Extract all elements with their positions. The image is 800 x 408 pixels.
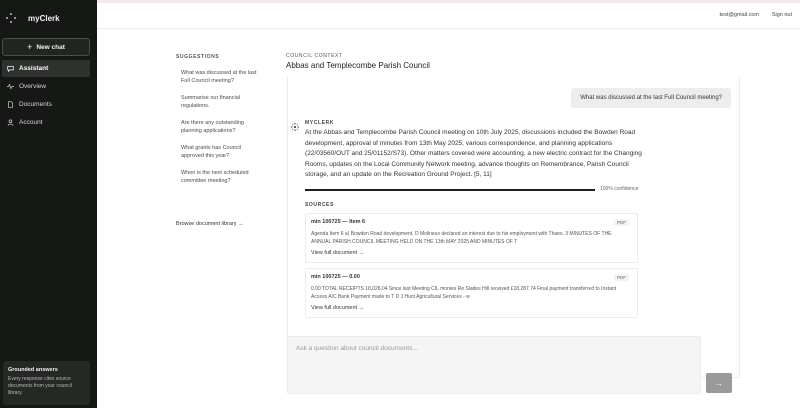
sidebar-item-documents[interactable]: Documents (2, 96, 90, 113)
sidebar-item-label: Assistant (19, 65, 49, 72)
sidebar-item-label: Documents (19, 101, 52, 108)
confidence-label: 100% confidence (600, 186, 639, 192)
send-button[interactable]: → (706, 373, 732, 393)
sidebar-item-account[interactable]: Account (2, 114, 90, 131)
arrow-right-icon: → (715, 378, 723, 388)
sidebar-nav: Assistant Overview Documents Account (2, 60, 90, 132)
view-document-link[interactable]: View full document → (311, 250, 364, 256)
suggestion-item[interactable]: Are there any outstanding planning appli… (170, 119, 262, 135)
sidebar: myClerk + New chat Assistant Overview Do… (0, 0, 97, 408)
suggestion-item[interactable]: What grants has Council approved this ye… (170, 144, 262, 160)
source-snippet: 0.00 TOTAL RECEIPTS 18,026.04 Since last… (311, 286, 617, 300)
question-input[interactable] (288, 337, 700, 393)
logo-icon (6, 13, 16, 23)
chat-icon (7, 66, 14, 72)
pdf-badge: PDF (614, 274, 629, 281)
browse-library-link[interactable]: Browse document library → (176, 221, 244, 227)
grounded-title: Grounded answers (8, 367, 58, 373)
sidebar-item-label: Overview (19, 83, 47, 90)
pulse-icon (7, 83, 14, 90)
sources-heading: SOURCES (305, 202, 334, 208)
source-title: min 100725 — 0.00 (311, 274, 360, 280)
council-title: Abbas and Templecombe Parish Council (286, 61, 430, 70)
source-snippet: Agenda Item 6 a) Bowden Road development… (311, 231, 612, 245)
new-chat-button[interactable]: + New chat (2, 38, 90, 56)
new-chat-label: New chat (36, 43, 65, 51)
grounded-answers-card: Grounded answers Every response cites so… (3, 361, 90, 405)
source-title: min 100725 — Item 6 (311, 219, 366, 225)
confidence-bar (305, 189, 595, 191)
suggestion-item[interactable]: Summarise our financial regulations. (170, 94, 262, 110)
suggestions-heading: SUGGESTIONS (176, 54, 220, 60)
suggestions-panel: SUGGESTIONS What was discussed at the la… (170, 54, 270, 194)
source-card[interactable]: min 100725 — Item 6 PDF Agenda Item 6 a)… (305, 213, 638, 263)
chat-thread: What was discussed at the last Full Coun… (287, 76, 740, 378)
app-name: myClerk (28, 13, 60, 23)
suggestion-item[interactable]: When is the next scheduled committee mee… (170, 169, 262, 185)
sidebar-item-overview[interactable]: Overview (2, 78, 90, 95)
sparkle-icon (291, 123, 299, 131)
confidence-fill (305, 189, 595, 191)
sign-out-link[interactable]: Sign out (772, 12, 792, 18)
document-icon (8, 101, 13, 108)
pdf-badge: PDF (614, 219, 629, 226)
view-document-link[interactable]: View full document → (311, 305, 364, 311)
assistant-name: MYCLERK (305, 120, 334, 126)
plus-icon: + (27, 41, 33, 52)
top-bar: test@gmail.com Sign out (97, 0, 800, 29)
main-panel: COUNCIL CONTEXT Abbas and Templecombe Pa… (280, 50, 740, 408)
brand[interactable]: myClerk (6, 13, 60, 23)
sidebar-item-label: Account (19, 119, 43, 126)
source-card[interactable]: min 100725 — 0.00 PDF 0.00 TOTAL RECEIPT… (305, 268, 638, 318)
user-icon (7, 119, 14, 126)
composer (287, 336, 701, 394)
user-email: test@gmail.com (719, 12, 759, 18)
suggestion-item[interactable]: What was discussed at the last Full Coun… (170, 69, 262, 85)
grounded-text: Every response cites source documents fr… (8, 376, 72, 396)
assistant-answer: At the Abbas and Templecombe Parish Coun… (305, 129, 642, 178)
context-label: COUNCIL CONTEXT (286, 53, 343, 59)
sidebar-item-assistant[interactable]: Assistant (2, 60, 90, 77)
user-message: What was discussed at the last Full Coun… (571, 88, 731, 108)
